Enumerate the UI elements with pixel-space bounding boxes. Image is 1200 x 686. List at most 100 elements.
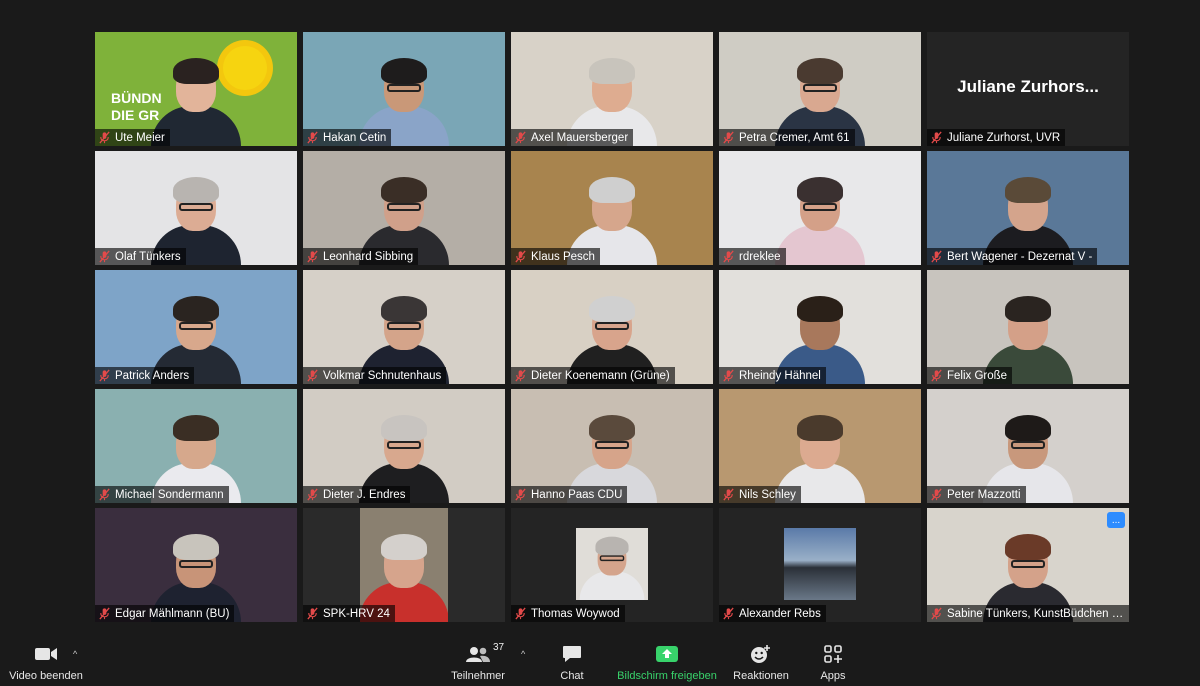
participant-name-label: Patrick Anders xyxy=(95,367,195,384)
participants-label: Teilnehmer xyxy=(451,670,505,682)
participant-tile[interactable]: Klaus Pesch xyxy=(511,151,713,265)
chat-label: Chat xyxy=(560,670,584,682)
participant-name: Volkmar Schnutenhaus xyxy=(323,369,442,382)
participant-tile[interactable]: Peter Mazzotti xyxy=(927,389,1129,503)
apps-button[interactable]: Apps xyxy=(813,640,853,686)
chat-bubble-icon xyxy=(563,646,581,662)
muted-mic-icon xyxy=(931,131,942,144)
participant-tile[interactable]: Volkmar Schnutenhaus xyxy=(303,270,505,384)
participant-name: Leonhard Sibbing xyxy=(323,250,414,263)
muted-mic-icon xyxy=(99,369,110,382)
participant-name-label: Nils Schley xyxy=(719,486,801,503)
muted-mic-icon xyxy=(723,131,734,144)
participant-name: Klaus Pesch xyxy=(531,250,595,263)
participant-tile[interactable]: Olaf Tünkers xyxy=(95,151,297,265)
participant-tile[interactable]: Hanno Paas CDU xyxy=(511,389,713,503)
participant-name-label: Ute Meier xyxy=(95,129,170,146)
participants-count: 37 xyxy=(493,642,505,653)
participant-name: Bert Wagener - Dezernat V - xyxy=(947,250,1093,263)
muted-mic-icon xyxy=(723,250,734,263)
participant-tile[interactable]: Rheindy Hähnel xyxy=(719,270,921,384)
participant-name: Juliane Zurhorst, UVR xyxy=(947,131,1061,144)
muted-mic-icon xyxy=(307,607,318,620)
muted-mic-icon xyxy=(307,369,318,382)
participant-tile[interactable]: Thomas Woywod xyxy=(511,508,713,622)
participant-name: Felix Große xyxy=(947,369,1008,382)
muted-mic-icon xyxy=(99,250,110,263)
muted-mic-icon xyxy=(99,488,110,501)
participant-tile[interactable]: Alexander Rebs xyxy=(719,508,921,622)
participant-person xyxy=(775,169,865,265)
participant-name: Peter Mazzotti xyxy=(947,488,1021,501)
share-screen-label: Bildschirm freigeben xyxy=(617,670,717,682)
participant-person xyxy=(579,531,645,600)
stop-video-label: Video beenden xyxy=(9,670,83,682)
participant-name-label: Axel Mauersberger xyxy=(511,129,634,146)
participant-name-label: Dieter Koenemann (Grüne) xyxy=(511,367,675,384)
participant-name: Michael Sondermann xyxy=(115,488,224,501)
participant-tile[interactable]: ... Sabine Tünkers, KunstBüdchen (A... xyxy=(927,508,1129,622)
participant-name: Petra Cremer, Amt 61 xyxy=(739,131,850,144)
apps-label: Apps xyxy=(820,670,846,682)
participant-name: SPK-HRV 24 xyxy=(323,607,390,620)
participant-tile[interactable]: Dieter J. Endres xyxy=(303,389,505,503)
muted-mic-icon xyxy=(931,607,942,620)
muted-mic-icon xyxy=(515,369,526,382)
participants-options-caret[interactable]: ^ xyxy=(521,649,525,659)
participant-tile[interactable]: Patrick Anders xyxy=(95,270,297,384)
participant-name-label: Sabine Tünkers, KunstBüdchen (A... xyxy=(927,605,1129,622)
participant-name-label: Juliane Zurhorst, UVR xyxy=(927,129,1066,146)
participant-name: rdreklee xyxy=(739,250,781,263)
participant-tile[interactable]: rdreklee xyxy=(719,151,921,265)
muted-mic-icon xyxy=(723,607,734,620)
stop-video-button[interactable]: Video beenden xyxy=(6,640,86,686)
participant-name-label: Hanno Paas CDU xyxy=(511,486,628,503)
video-camera-icon xyxy=(35,648,57,660)
muted-mic-icon xyxy=(99,131,110,144)
participant-tile[interactable]: Hakan Cetin xyxy=(303,32,505,146)
apps-icon xyxy=(824,645,842,663)
participant-tile[interactable]: Edgar Mählmann (BU) xyxy=(95,508,297,622)
chat-button[interactable]: Chat xyxy=(552,640,592,686)
participant-name: Sabine Tünkers, KunstBüdchen (A... xyxy=(947,607,1124,620)
participant-tile[interactable]: BÜNDN DIE GR Ute Meier xyxy=(95,32,297,146)
participant-name-label: Peter Mazzotti xyxy=(927,486,1026,503)
participant-name: Dieter J. Endres xyxy=(323,488,406,501)
participant-tile[interactable]: Michael Sondermann xyxy=(95,389,297,503)
participant-display-name: Juliane Zurhors... xyxy=(957,77,1099,96)
share-screen-button[interactable]: Bildschirm freigeben xyxy=(612,640,722,686)
participant-tile[interactable]: Dieter Koenemann (Grüne) xyxy=(511,270,713,384)
participant-name: Olaf Tünkers xyxy=(115,250,181,263)
participant-name: Edgar Mählmann (BU) xyxy=(115,607,230,620)
participant-tile[interactable]: Bert Wagener - Dezernat V - xyxy=(927,151,1129,265)
muted-mic-icon xyxy=(515,131,526,144)
participant-name-label: Felix Große xyxy=(927,367,1013,384)
participant-tile[interactable]: SPK-HRV 24 xyxy=(303,508,505,622)
reactions-button[interactable]: Reaktionen xyxy=(730,640,792,686)
meeting-toolbar: Video beenden ^ 37 Teilnehmer ^ Chat Bil… xyxy=(0,640,1200,686)
participant-name: Rheindy Hähnel xyxy=(739,369,821,382)
reactions-label: Reaktionen xyxy=(733,670,789,682)
participant-name-label: SPK-HRV 24 xyxy=(303,605,395,622)
participant-name: Ute Meier xyxy=(115,131,165,144)
muted-mic-icon xyxy=(723,369,734,382)
participants-button[interactable]: 37 Teilnehmer xyxy=(448,640,508,686)
muted-mic-icon xyxy=(931,369,942,382)
participant-tile[interactable]: Axel Mauersberger xyxy=(511,32,713,146)
more-options-button[interactable]: ... xyxy=(1107,512,1125,528)
video-options-caret[interactable]: ^ xyxy=(73,649,77,659)
participant-tile[interactable]: Felix Große xyxy=(927,270,1129,384)
share-screen-icon xyxy=(656,646,678,662)
participant-name: Thomas Woywod xyxy=(531,607,620,620)
participant-name: Patrick Anders xyxy=(115,369,190,382)
participant-name-label: Michael Sondermann xyxy=(95,486,229,503)
muted-mic-icon xyxy=(931,250,942,263)
participant-tile[interactable]: Leonhard Sibbing xyxy=(303,151,505,265)
participant-name: Axel Mauersberger xyxy=(531,131,629,144)
muted-mic-icon xyxy=(307,250,318,263)
participant-tile[interactable]: Petra Cremer, Amt 61 xyxy=(719,32,921,146)
participant-tile[interactable]: Juliane Zurhors... Juliane Zurhorst, UVR xyxy=(927,32,1129,146)
profile-picture xyxy=(784,528,856,600)
participant-name-label: Bert Wagener - Dezernat V - xyxy=(927,248,1098,265)
participant-tile[interactable]: Nils Schley xyxy=(719,389,921,503)
